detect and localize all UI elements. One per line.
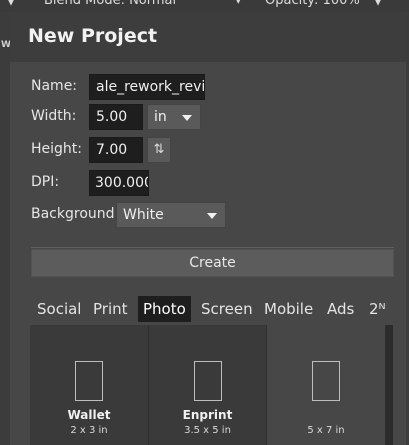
page-thumbnail-icon	[75, 361, 103, 401]
name-input[interactable]: ale_rework_revis	[89, 74, 205, 100]
tab-screen[interactable]: Screen	[201, 296, 253, 322]
tab-mobile[interactable]: Mobile	[264, 296, 313, 322]
page-thumbnail-icon	[194, 361, 222, 401]
preset-name: Wallet	[67, 408, 111, 422]
create-button[interactable]: Create	[31, 249, 394, 277]
preset-name: Enprint	[182, 408, 233, 422]
new-project-dialog: New Project Name: ale_rework_revis Width…	[10, 12, 406, 445]
background-select[interactable]: White	[116, 202, 226, 228]
dialog-title: New Project	[28, 25, 158, 47]
blend-mode-label[interactable]: Blend Mode: Normal	[44, 0, 176, 8]
opacity-caret-icon: ▼	[373, 0, 383, 8]
width-input[interactable]: 5.00	[89, 104, 143, 130]
toolbar-arrow-icon: ▼	[6, 0, 16, 8]
tab-more[interactable]: 2ᴺ	[369, 296, 386, 322]
preset-size: 2 x 3 in	[70, 425, 108, 436]
chevron-down-icon	[207, 213, 217, 219]
height-label: Height:	[31, 141, 82, 157]
preset-size: 3.5 x 5 in	[184, 425, 231, 436]
blend-mode-caret-icon: ▾	[235, 0, 242, 8]
background-label: Background:	[31, 206, 120, 222]
background-select-value: White	[123, 207, 164, 223]
divider	[31, 247, 394, 248]
tab-photo[interactable]: Photo	[138, 296, 191, 322]
unit-select-value: in	[154, 109, 167, 125]
width-label: Width:	[31, 108, 77, 124]
tab-ads[interactable]: Ads	[327, 296, 354, 322]
preset-card-5x7[interactable]: 5 x 7 in	[267, 325, 386, 445]
preset-list-scroll-edge	[386, 325, 393, 445]
tab-social[interactable]: Social	[37, 296, 81, 322]
name-label: Name:	[31, 78, 78, 94]
page-thumbnail-icon	[312, 361, 340, 401]
tab-print[interactable]: Print	[93, 296, 128, 322]
height-input[interactable]: 7.00	[89, 137, 143, 163]
dialog-title-bar[interactable]: New Project	[10, 12, 406, 62]
dpi-input[interactable]: 300.000	[89, 170, 149, 196]
dpi-label: DPI:	[31, 174, 60, 190]
opacity-label[interactable]: Opacity: 100%	[265, 0, 360, 8]
preset-list: Wallet 2 x 3 in Enprint 3.5 x 5 in 5 x 7…	[30, 325, 393, 445]
unit-select[interactable]: in	[147, 104, 201, 130]
chevron-down-icon	[182, 115, 192, 121]
swap-dimensions-button[interactable]: ⇅	[147, 137, 171, 163]
preset-size: 5 x 7 in	[307, 425, 345, 436]
background-left-panel: W	[0, 12, 11, 445]
preset-card-enprint[interactable]: Enprint 3.5 x 5 in	[149, 325, 267, 445]
background-toolbar: ▼ Blend Mode: Normal ▾ Opacity: 100% ▼	[0, 0, 409, 12]
swap-arrows-icon: ⇅	[153, 142, 165, 157]
preset-card-wallet[interactable]: Wallet 2 x 3 in	[30, 325, 149, 445]
